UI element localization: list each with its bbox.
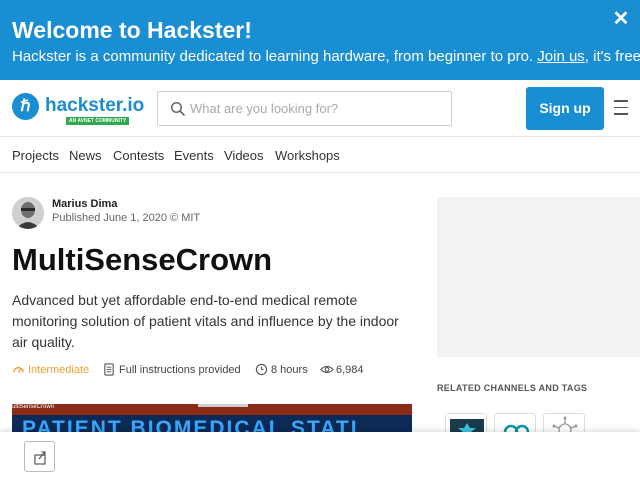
sign-up-button[interactable]: Sign up: [526, 87, 604, 130]
eye-icon: [320, 365, 334, 374]
clock-icon: [255, 363, 268, 376]
difficulty-label: Intermediate: [28, 364, 90, 376]
banner-text-after: , it's free!: [584, 48, 640, 65]
nav-item-projects[interactable]: Projects: [12, 148, 59, 163]
duration-label: 8 hours: [271, 364, 308, 376]
nav-item-workshops[interactable]: Workshops: [275, 148, 340, 163]
avatar[interactable]: [12, 197, 44, 229]
close-icon[interactable]: ✕: [610, 8, 632, 30]
cover-image[interactable]: ultiSenseCrown PATIENT BIOMEDICAL STATI: [12, 404, 412, 434]
main-nav: Projects News Contests Events Videos Wor…: [0, 138, 640, 173]
banner-text-before: Hackster is a community dedicated to lea…: [12, 48, 538, 65]
difficulty-meta: Intermediate: [12, 363, 102, 379]
hackster-logo[interactable]: ℏ hackster.io AN AVNET COMMUNITY: [12, 93, 145, 125]
ad-placeholder: [437, 197, 640, 357]
welcome-banner: Welcome to Hackster! Hackster is a commu…: [0, 0, 640, 80]
nav-item-events[interactable]: Events: [174, 148, 214, 163]
project-description: Advanced but yet affordable end-to-end m…: [12, 292, 399, 350]
logo-text: hackster.io: [45, 95, 145, 116]
cover-image-caption: ultiSenseCrown: [12, 404, 55, 410]
site-header: ℏ hackster.io AN AVNET COMMUNITY Sign up: [0, 80, 640, 137]
search-input[interactable]: [190, 93, 445, 124]
bottom-action-bar: [0, 432, 640, 480]
duration-meta: 8 hours: [255, 363, 315, 379]
hackster-logo-icon: ℏ: [12, 93, 39, 120]
search-box[interactable]: [157, 91, 452, 126]
nav-item-news[interactable]: News: [69, 148, 102, 163]
related-heading: RELATED CHANNELS AND TAGS: [437, 383, 588, 393]
banner-text: Hackster is a community dedicated to lea…: [12, 48, 640, 65]
page-title: MultiSenseCrown: [12, 242, 273, 277]
share-icon: [34, 451, 46, 465]
difficulty-gauge-icon: [13, 367, 24, 373]
share-button[interactable]: [24, 441, 55, 472]
views-count: 6,984: [336, 364, 364, 376]
hamburger-menu-icon[interactable]: [614, 100, 628, 115]
instructions-meta: Full instructions provided: [103, 363, 248, 379]
banner-title: Welcome to Hackster!: [12, 17, 252, 43]
join-us-link[interactable]: Join us: [537, 48, 585, 65]
cover-image-widget: [198, 404, 248, 407]
search-icon: [170, 101, 186, 117]
document-icon: [104, 363, 114, 376]
nav-item-contests[interactable]: Contests: [113, 148, 164, 163]
nav-item-videos[interactable]: Videos: [224, 148, 264, 163]
instructions-label: Full instructions provided: [119, 364, 241, 376]
published-date: Published June 1, 2020 © MIT: [52, 212, 201, 224]
author-name[interactable]: Marius Dima: [52, 198, 117, 210]
logo-tag: AN AVNET COMMUNITY: [66, 117, 130, 125]
views-meta: 6,984: [320, 363, 375, 379]
